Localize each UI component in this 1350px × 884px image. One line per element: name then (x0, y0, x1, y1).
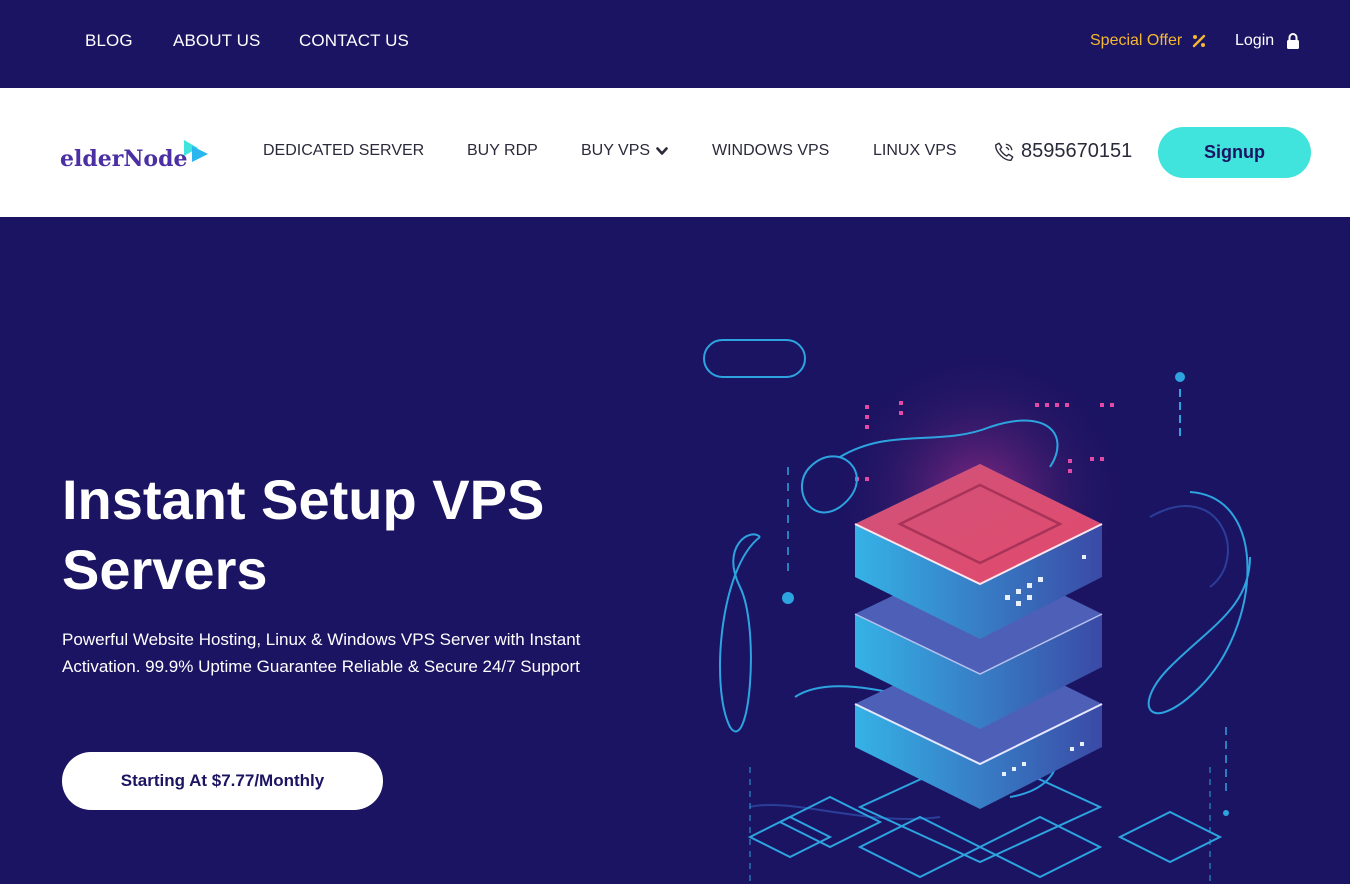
server-stack-illustration (703, 339, 1251, 884)
nav-buy-rdp[interactable]: BUY RDP (467, 142, 538, 160)
login-link[interactable]: Login (1235, 32, 1300, 50)
nav-item-label: BUY VPS (581, 142, 651, 159)
special-offer-link[interactable]: Special Offer (1090, 32, 1206, 50)
phone-icon (995, 142, 1014, 161)
chevron-down-icon (656, 146, 668, 155)
login-label: Login (1235, 32, 1275, 49)
topnav-about-link[interactable]: ABOUT US (173, 31, 260, 51)
hero-section: Instant Setup VPS Servers Powerful Websi… (0, 217, 1350, 884)
nav-item-label: WINDOWS VPS (712, 142, 830, 159)
special-offer-label: Special Offer (1090, 32, 1183, 49)
phone-link[interactable]: 8595670151 (993, 140, 1132, 163)
topnav-contact-link[interactable]: CONTACT US (299, 31, 409, 51)
starting-price-button[interactable]: Starting At $7.77/Monthly (62, 752, 383, 810)
main-nav: elderNode DEDICATED SERVER BUY RDP BUY V… (0, 88, 1350, 217)
percent-icon (1193, 34, 1206, 48)
nav-buy-vps[interactable]: BUY VPS (581, 142, 668, 160)
eldernode-logo[interactable]: elderNode (60, 136, 210, 172)
signup-button[interactable]: Signup (1158, 127, 1311, 178)
nav-linux-vps[interactable]: LINUX VPS (873, 142, 957, 160)
nav-item-label: BUY RDP (467, 142, 538, 159)
hero-subtitle: Powerful Website Hosting, Linux & Window… (62, 630, 581, 676)
nav-windows-vps[interactable]: WINDOWS VPS (712, 142, 829, 160)
lock-icon (1287, 32, 1300, 49)
nav-item-label: LINUX VPS (873, 142, 957, 159)
phone-number: 8595670151 (1021, 140, 1133, 162)
nav-dedicated-server[interactable]: DEDICATED SERVER (263, 142, 424, 160)
hero-title: Instant Setup VPS Servers (62, 468, 545, 601)
nav-item-label: DEDICATED SERVER (263, 142, 425, 159)
svg-text:elderNode: elderNode (60, 146, 188, 172)
topnav-blog-link[interactable]: BLOG (85, 31, 133, 51)
top-bar: BLOG ABOUT US CONTACT US Special Offer L… (0, 0, 1350, 88)
